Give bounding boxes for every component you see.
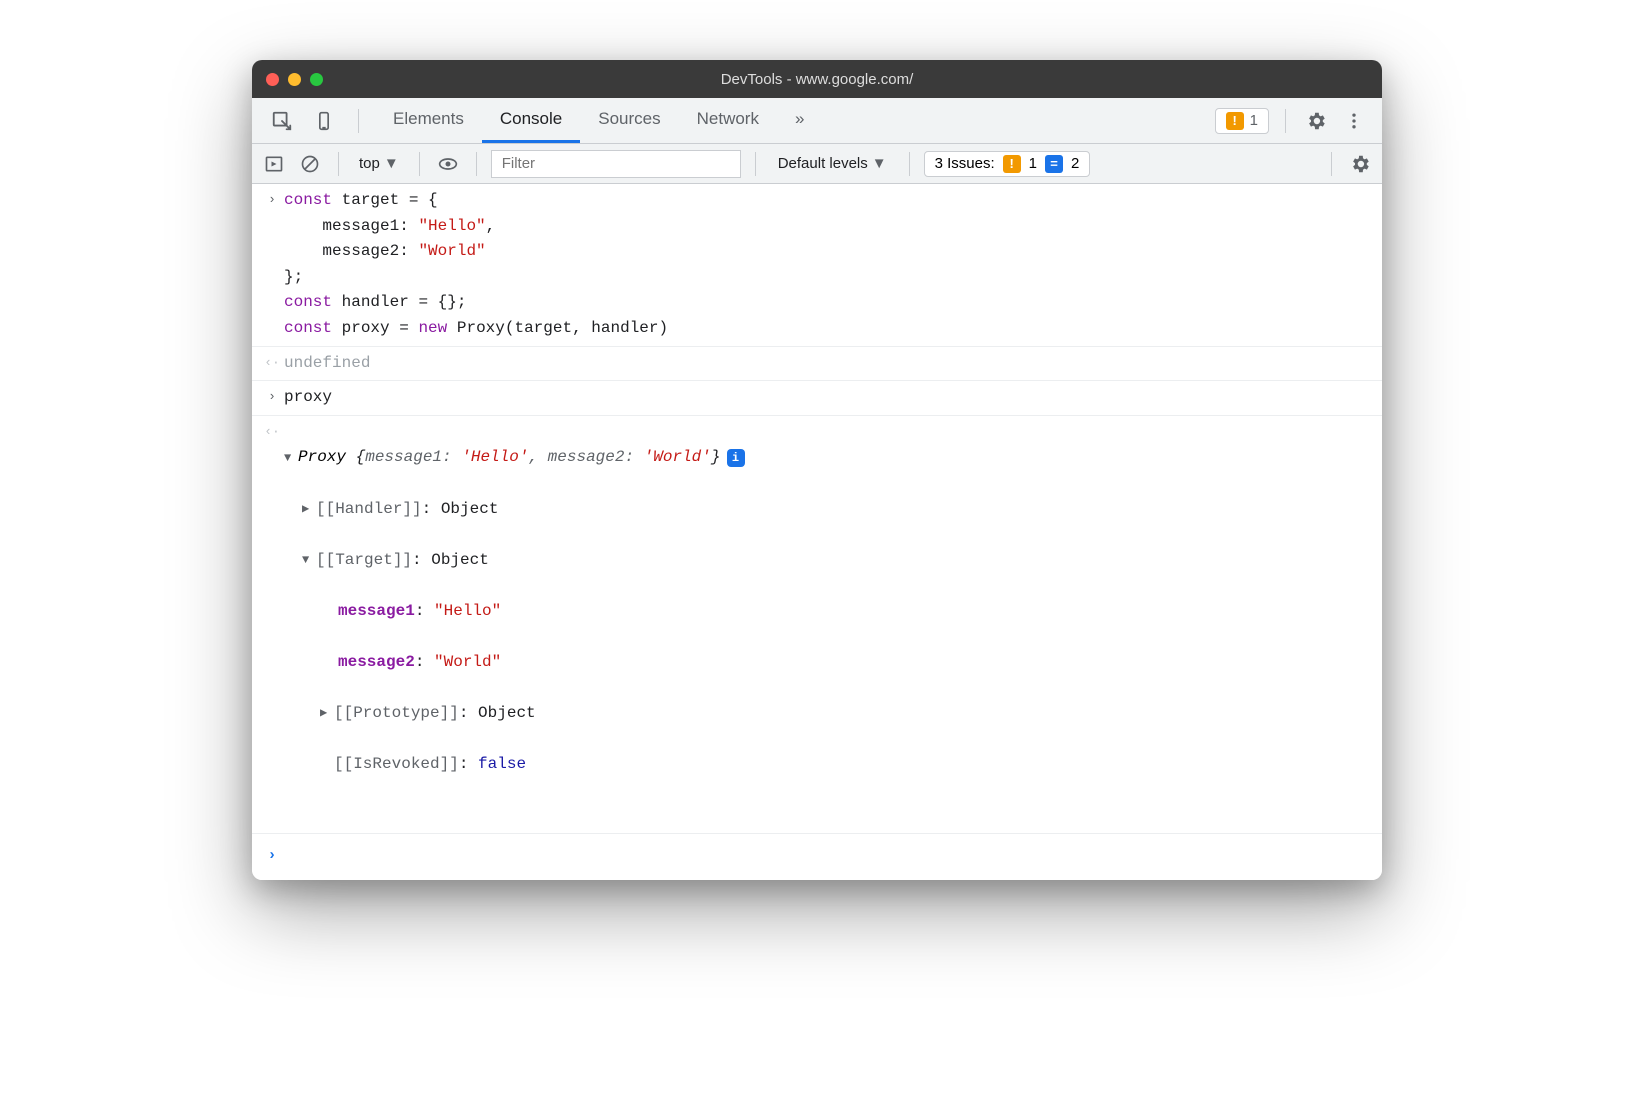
tab-sources[interactable]: Sources <box>580 98 678 143</box>
issues-label: 3 Issues: <box>935 155 995 172</box>
divider <box>909 152 910 176</box>
console-output-row: ‹· ▼Proxy {message1: 'Hello', message2: … <box>252 416 1382 834</box>
divider <box>476 152 477 176</box>
more-tabs-button[interactable]: » <box>777 98 822 143</box>
zoom-window-button[interactable] <box>310 73 323 86</box>
divider <box>1285 109 1286 133</box>
output-chevron-icon: ‹· <box>260 351 284 374</box>
levels-label: Default levels <box>778 155 868 172</box>
input-chevron-icon: › <box>260 385 284 408</box>
info-icon: = <box>1045 155 1063 173</box>
output-content: undefined <box>284 351 1370 377</box>
issues-button[interactable]: 3 Issues: ! 1 = 2 <box>924 151 1091 177</box>
warnings-badge[interactable]: ! 1 <box>1215 108 1269 134</box>
triangle-down-icon[interactable]: ▼ <box>284 449 298 468</box>
triangle-right-icon[interactable]: ▶ <box>320 704 334 723</box>
issues-warn-count: 1 <box>1029 155 1037 172</box>
code-content: const target = { message1: "Hello", mess… <box>284 188 1370 342</box>
output-chevron-icon: ‹· <box>260 420 284 443</box>
tab-label: Network <box>697 109 759 129</box>
tab-console[interactable]: Console <box>482 98 580 143</box>
divider <box>1331 152 1332 176</box>
divider <box>419 152 420 176</box>
info-icon[interactable]: i <box>727 449 745 467</box>
close-window-button[interactable] <box>266 73 279 86</box>
console-body: › const target = { message1: "Hello", me… <box>252 184 1382 880</box>
window-title: DevTools - www.google.com/ <box>252 71 1382 88</box>
toggle-sidebar-icon[interactable] <box>260 150 288 178</box>
console-input-row: › const target = { message1: "Hello", me… <box>252 184 1382 347</box>
inspect-element-icon[interactable] <box>268 107 296 135</box>
object-tree[interactable]: ▼Proxy {message1: 'Hello', message2: 'Wo… <box>284 420 1370 830</box>
settings-icon[interactable] <box>1302 107 1330 135</box>
log-levels-select[interactable]: Default levels ▼ <box>770 155 895 172</box>
chevron-down-icon: ▼ <box>384 155 399 172</box>
triangle-right-icon[interactable]: ▶ <box>302 500 316 519</box>
issues-info-count: 2 <box>1071 155 1079 172</box>
console-settings-icon[interactable] <box>1346 150 1374 178</box>
code-content: proxy <box>284 385 1370 411</box>
tab-label: Elements <box>393 109 464 129</box>
divider <box>358 109 359 133</box>
triangle-down-icon[interactable]: ▼ <box>302 551 316 570</box>
devtools-window: DevTools - www.google.com/ Elements Cons… <box>252 60 1382 880</box>
tab-label: Sources <box>598 109 660 129</box>
tab-label: Console <box>500 109 562 129</box>
main-tab-strip: Elements Console Sources Network » ! 1 <box>252 98 1382 144</box>
more-menu-icon[interactable] <box>1340 107 1368 135</box>
prompt-chevron-icon: › <box>260 842 284 868</box>
chevron-double-right-icon: » <box>795 109 804 129</box>
warning-count: 1 <box>1250 112 1258 129</box>
chevron-down-icon: ▼ <box>872 155 887 172</box>
minimize-window-button[interactable] <box>288 73 301 86</box>
tab-network[interactable]: Network <box>679 98 777 143</box>
traffic-lights <box>266 73 323 86</box>
console-input-row: › proxy <box>252 381 1382 416</box>
context-label: top <box>359 155 380 172</box>
clear-console-icon[interactable] <box>296 150 324 178</box>
warning-icon: ! <box>1226 112 1244 130</box>
input-chevron-icon: › <box>260 188 284 211</box>
divider <box>338 152 339 176</box>
console-toolbar: top ▼ Default levels ▼ 3 Issues: ! 1 = 2 <box>252 144 1382 184</box>
live-expression-icon[interactable] <box>434 150 462 178</box>
console-output-row: ‹· undefined <box>252 347 1382 382</box>
warning-icon: ! <box>1003 155 1021 173</box>
type-name: Proxy <box>298 445 356 471</box>
window-titlebar: DevTools - www.google.com/ <box>252 60 1382 98</box>
console-prompt[interactable]: › <box>252 833 1382 880</box>
divider <box>755 152 756 176</box>
tab-elements[interactable]: Elements <box>375 98 482 143</box>
context-select[interactable]: top ▼ <box>353 155 405 172</box>
device-toolbar-icon[interactable] <box>310 107 338 135</box>
filter-input[interactable] <box>491 150 741 178</box>
